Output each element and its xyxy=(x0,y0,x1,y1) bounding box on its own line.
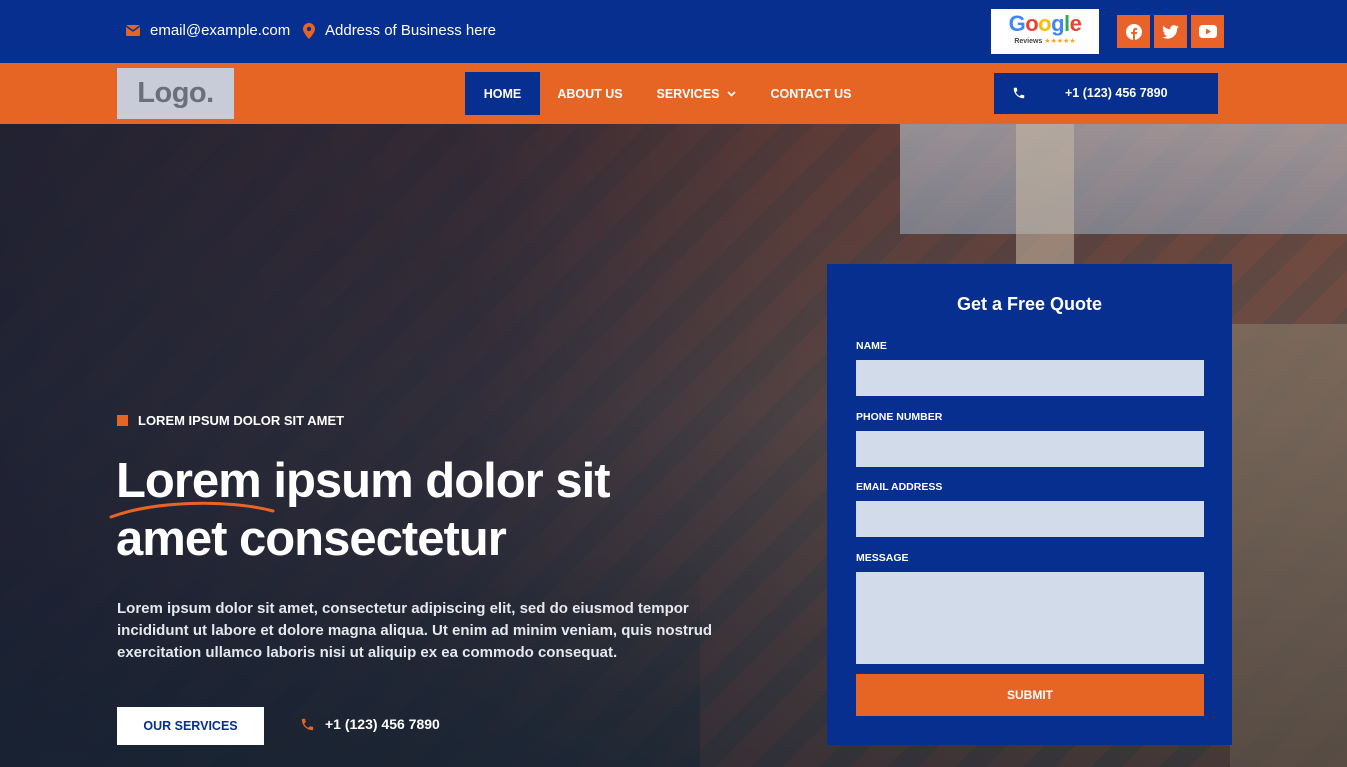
phone-icon xyxy=(1013,87,1025,99)
phone-number-label: PHONE NUMBER xyxy=(856,411,943,423)
email-text: email@example.com xyxy=(150,22,291,39)
email-address-label: EMAIL ADDRESS xyxy=(856,481,943,493)
twitter-link[interactable] xyxy=(1154,15,1187,48)
google-rating-stars: ★★★★★ xyxy=(1044,38,1076,45)
nav-services[interactable]: SERVICES xyxy=(648,72,744,115)
site-logo[interactable]: Logo. xyxy=(117,68,234,119)
address-text: Address of Business here xyxy=(325,22,496,39)
phone-number-input[interactable] xyxy=(856,431,1204,467)
message-textarea[interactable] xyxy=(856,572,1204,664)
eyebrow-square-icon xyxy=(117,415,128,426)
nav-phone-number: +1 (123) 456 7890 xyxy=(1065,86,1168,100)
hero-phone-number: +1 (123) 456 7890 xyxy=(325,716,440,732)
nav-about-us[interactable]: ABOUT US xyxy=(548,72,632,115)
hero-background-tower xyxy=(1016,124,1074,264)
quote-form: Get a Free Quote NAME PHONE NUMBER EMAIL… xyxy=(827,264,1232,745)
our-services-button[interactable]: OUR SERVICES xyxy=(117,707,264,745)
nav-contact-us[interactable]: CONTACT US xyxy=(762,72,860,115)
google-reviews-label: Reviews xyxy=(1014,38,1043,45)
envelope-icon xyxy=(126,25,140,36)
google-reviews-badge[interactable]: Google Reviews ★★★★★ xyxy=(991,9,1099,54)
nav-about-label: ABOUT US xyxy=(557,86,623,101)
main-navbar: Logo. HOME ABOUT US SERVICES CONTACT US … xyxy=(0,63,1347,124)
hero-background-rocks xyxy=(1230,324,1347,767)
address-contact: Address of Business here xyxy=(303,22,496,39)
hero-eyebrow-text: LOREM IPSUM DOLOR SIT AMET xyxy=(138,413,345,428)
hero-phone-link[interactable]: +1 (123) 456 7890 xyxy=(300,716,440,732)
email-address-input[interactable] xyxy=(856,501,1204,537)
email-contact[interactable]: email@example.com xyxy=(126,22,290,39)
quote-form-title: Get a Free Quote xyxy=(956,294,1103,314)
google-wordmark: Google xyxy=(1008,11,1082,36)
name-input[interactable] xyxy=(856,360,1204,396)
nav-services-label: SERVICES xyxy=(656,86,720,101)
map-pin-icon xyxy=(303,22,315,39)
nav-home[interactable]: HOME xyxy=(465,72,540,115)
nav-home-label: HOME xyxy=(483,86,522,101)
youtube-link[interactable] xyxy=(1191,15,1224,48)
nav-contact-label: CONTACT US xyxy=(770,86,852,101)
submit-button[interactable]: SUBMIT xyxy=(856,674,1204,716)
youtube-icon xyxy=(1198,25,1217,38)
hero-eyebrow: LOREM IPSUM DOLOR SIT AMET xyxy=(117,413,344,428)
nav-phone-button[interactable]: +1 (123) 456 7890 xyxy=(994,73,1218,114)
name-label: NAME xyxy=(856,340,887,352)
headline-underline-swoosh xyxy=(109,501,275,519)
top-bar: email@example.com Address of Business he… xyxy=(0,0,1347,63)
hero-body-text: Lorem ipsum dolor sit amet, consectetur … xyxy=(117,600,713,661)
hero-background-sea xyxy=(900,124,1347,234)
facebook-link[interactable] xyxy=(1117,15,1150,48)
message-label: MESSAGE xyxy=(856,552,909,564)
phone-icon xyxy=(301,718,314,730)
twitter-icon xyxy=(1162,24,1179,39)
chevron-down-icon xyxy=(726,90,736,97)
facebook-icon xyxy=(1125,23,1142,40)
